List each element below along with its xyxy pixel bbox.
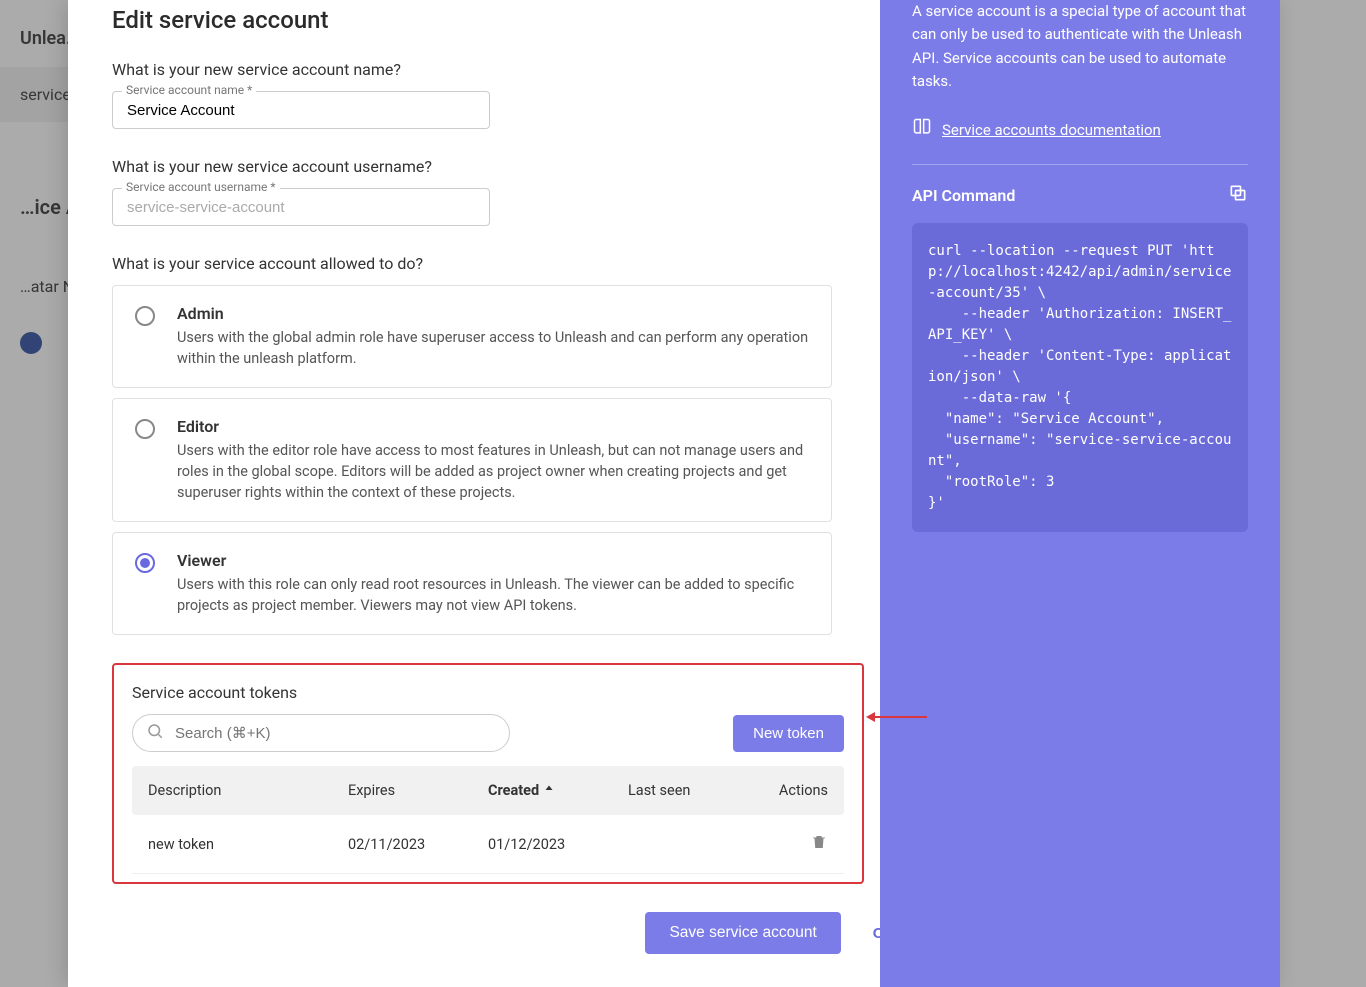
th-actions: Actions: [768, 782, 828, 799]
edit-service-account-modal: Edit service account What is your new se…: [68, 0, 1280, 987]
token-search-wrap: [132, 714, 510, 752]
token-table: Description Expires Created Last seen Ac…: [132, 766, 844, 874]
tokens-section: Service account tokens New token Descrip…: [112, 663, 864, 884]
th-created-label: Created: [488, 782, 539, 799]
modal-title: Edit service account: [112, 0, 848, 34]
book-icon: [912, 117, 932, 144]
role-viewer[interactable]: Viewer Users with this role can only rea…: [112, 532, 832, 635]
modal-sidebar: A service account is a special type of a…: [880, 0, 1280, 987]
role-editor-desc: Users with the editor role have access t…: [177, 440, 809, 503]
trash-icon: [810, 833, 828, 851]
copy-icon[interactable]: [1228, 183, 1248, 210]
cancel-button[interactable]: Cancel: [853, 912, 880, 954]
radio-admin[interactable]: [135, 306, 155, 326]
doc-link-row: Service accounts documentation: [912, 117, 1248, 144]
role-editor-title: Editor: [177, 417, 809, 436]
tokens-section-title: Service account tokens: [132, 683, 844, 702]
radio-viewer[interactable]: [135, 553, 155, 573]
tokens-toolbar: New token: [132, 714, 844, 752]
name-question: What is your new service account name?: [112, 60, 848, 79]
arrow-head-icon: [866, 712, 875, 722]
token-table-header: Description Expires Created Last seen Ac…: [132, 766, 844, 815]
table-row: new token 02/11/2023 01/12/2023: [132, 815, 844, 874]
username-field-wrap: Service account username *: [112, 188, 490, 226]
api-code-block[interactable]: curl --location --request PUT 'http://lo…: [912, 223, 1248, 532]
delete-token-button[interactable]: [768, 833, 828, 855]
role-editor[interactable]: Editor Users with the editor role have a…: [112, 398, 832, 522]
name-field-wrap: Service account name *: [112, 91, 490, 129]
radio-editor[interactable]: [135, 419, 155, 439]
new-token-button[interactable]: New token: [733, 715, 844, 752]
arrow-line: [875, 716, 927, 718]
search-icon: [146, 722, 164, 744]
save-button[interactable]: Save service account: [645, 912, 840, 954]
token-search-input[interactable]: [132, 714, 510, 752]
cell-expires: 02/11/2023: [348, 836, 488, 853]
th-created[interactable]: Created: [488, 782, 628, 799]
th-expires[interactable]: Expires: [348, 782, 488, 799]
th-description[interactable]: Description: [148, 782, 348, 799]
modal-main: Edit service account What is your new se…: [68, 0, 880, 987]
role-admin-title: Admin: [177, 304, 809, 323]
sidebar-divider: [912, 164, 1248, 165]
sort-asc-icon: [543, 782, 555, 799]
annotation-arrow: [866, 712, 927, 722]
role-admin[interactable]: Admin Users with the global admin role h…: [112, 285, 832, 388]
role-viewer-desc: Users with this role can only read root …: [177, 574, 809, 616]
cell-description: new token: [148, 836, 348, 853]
username-question: What is your new service account usernam…: [112, 157, 848, 176]
api-header: API Command: [912, 183, 1248, 210]
username-float-label: Service account username *: [122, 180, 280, 194]
modal-actions: Save service account Cancel: [112, 912, 880, 954]
permissions-question: What is your service account allowed to …: [112, 254, 848, 273]
documentation-link[interactable]: Service accounts documentation: [942, 119, 1161, 142]
api-command-title: API Command: [912, 184, 1015, 208]
role-viewer-title: Viewer: [177, 551, 809, 570]
role-admin-desc: Users with the global admin role have su…: [177, 327, 809, 369]
roles-list: Admin Users with the global admin role h…: [112, 285, 848, 635]
sidebar-description: A service account is a special type of a…: [912, 0, 1248, 93]
th-last-seen[interactable]: Last seen: [628, 782, 768, 799]
cell-created: 01/12/2023: [488, 836, 628, 853]
name-float-label: Service account name *: [122, 83, 256, 97]
